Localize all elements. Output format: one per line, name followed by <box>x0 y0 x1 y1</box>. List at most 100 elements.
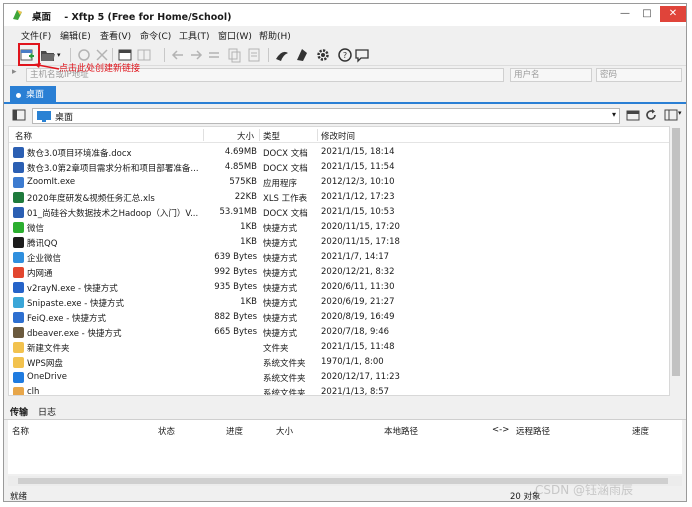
password-input[interactable]: 密码 <box>596 68 682 82</box>
gear-icon[interactable] <box>315 47 331 63</box>
v2rayn-icon <box>13 282 24 293</box>
transfer-header-remote-path[interactable]: 远程路径 <box>516 425 550 437</box>
sync-icon[interactable] <box>206 47 222 63</box>
file-row[interactable]: clh 系统文件夹 2021/1/13, 8:57 <box>9 385 669 396</box>
file-row[interactable]: v2rayN.exe - 快捷方式 935 Bytes 快捷方式 2020/6/11,… <box>9 280 669 295</box>
file-size: 53.91MB <box>219 207 258 217</box>
tab-log[interactable]: 日志 <box>38 405 56 418</box>
status-text: 就绪 <box>10 492 28 502</box>
file-row[interactable]: 腾讯QQ 1KB 快捷方式 2020/11/15, 17:18 <box>9 235 669 250</box>
back-arrow-icon[interactable] <box>170 47 186 63</box>
view-mode-chevron-icon[interactable]: ▾ <box>678 109 682 117</box>
menu-command[interactable]: 命令(C) <box>140 29 171 42</box>
scrollbar-thumb[interactable] <box>672 128 680 376</box>
svg-text:?: ? <box>343 51 347 60</box>
minimize-button[interactable]: — <box>614 6 636 22</box>
file-modified: 2020/11/15, 17:20 <box>321 222 400 232</box>
menu-window[interactable]: 窗口(W) <box>218 29 252 42</box>
forward-arrow-icon[interactable] <box>188 47 204 63</box>
chat-bubble-icon[interactable] <box>354 47 370 63</box>
desktop-icon <box>37 111 51 122</box>
file-size: 992 Bytes <box>214 267 257 277</box>
column-header-type[interactable]: 类型 <box>263 130 280 142</box>
file-modified: 2020/12/21, 8:32 <box>321 267 395 277</box>
file-name: 企业微信 <box>27 254 62 264</box>
file-name: clh <box>27 387 40 396</box>
file-name: FeiQ.exe - 快捷方式 <box>27 314 106 324</box>
path-combobox[interactable]: 桌面 ▾ <box>32 108 620 124</box>
file-row[interactable]: 2020年度研发&视频任务汇总.xls 22KB XLS 工作表 2021/1/12,… <box>9 190 669 205</box>
tab-desktop[interactable]: 桌面 <box>10 86 56 104</box>
file-row[interactable]: FeiQ.exe - 快捷方式 882 Bytes 快捷方式 2020/8/19, 1… <box>9 310 669 325</box>
close-button[interactable]: ✕ <box>660 6 686 22</box>
file-row[interactable]: 数仓3.0项目环境准备.docx 4.69MB DOCX 文档 2021/1/15, … <box>9 145 669 160</box>
tree-toggle-icon[interactable] <box>12 108 26 122</box>
xftp-logo-icon <box>13 10 22 20</box>
file-name: 2020年度研发&视频任务汇总.xls <box>27 194 155 204</box>
username-input[interactable]: 用户名 <box>510 68 592 82</box>
user-folder-icon <box>13 387 24 395</box>
maximize-button[interactable]: □ <box>636 6 658 22</box>
menu-tools[interactable]: 工具(T) <box>179 29 210 42</box>
transfer-header-direction[interactable]: <-> <box>492 425 509 435</box>
refresh-icon[interactable] <box>644 108 658 122</box>
column-header-modified[interactable]: 修改时间 <box>321 130 355 142</box>
file-type: 快捷方式 <box>263 314 298 324</box>
file-modified: 2020/6/19, 21:27 <box>321 297 395 307</box>
csdn-watermark: CSDN @钰涵雨辰 <box>535 483 634 497</box>
properties-icon[interactable] <box>246 47 262 63</box>
file-row[interactable]: 新建文件夹 文件夹 2021/1/15, 11:48 <box>9 340 669 355</box>
menu-bar: 文件(F) 编辑(E) 查看(V) 命令(C) 工具(T) 窗口(W) 帮助(H… <box>4 26 686 44</box>
file-row[interactable]: WPS网盘 系统文件夹 1970/1/1, 8:00 <box>9 355 669 370</box>
tab-transfer[interactable]: 传输 <box>10 405 28 418</box>
file-list-scrollbar[interactable] <box>670 126 682 396</box>
file-type: 快捷方式 <box>263 224 298 234</box>
file-row[interactable]: 企业微信 639 Bytes 快捷方式 2021/1/7, 14:17 <box>9 250 669 265</box>
file-row[interactable]: 01_尚硅谷大数据技术之Hadoop（入门）V... 53.91MB DOCX 文档… <box>9 205 669 220</box>
view-mode-icon[interactable] <box>664 108 678 122</box>
file-size: 1KB <box>240 297 257 307</box>
new-folder-icon[interactable] <box>626 108 640 122</box>
excel-icon <box>13 192 24 203</box>
file-row[interactable]: dbeaver.exe - 快捷方式 665 Bytes 快捷方式 2020/7/18… <box>9 325 669 340</box>
file-size: 4.69MB <box>224 147 257 157</box>
annotation-arrow-icon <box>34 63 60 70</box>
file-type: 文件夹 <box>263 344 289 354</box>
file-size: 4.85MB <box>224 162 257 172</box>
xshell-icon[interactable] <box>294 47 310 63</box>
help-icon[interactable]: ? <box>337 47 353 63</box>
menu-help[interactable]: 帮助(H) <box>259 29 291 42</box>
transfer-header-name[interactable]: 名称 <box>12 425 29 437</box>
column-divider[interactable] <box>259 129 260 141</box>
menu-file[interactable]: 文件(F) <box>21 29 51 42</box>
transfer-header-speed[interactable]: 速度 <box>632 425 649 437</box>
column-divider[interactable] <box>203 129 204 141</box>
open-folder-icon[interactable] <box>40 47 56 63</box>
file-size: 665 Bytes <box>214 327 257 337</box>
transfer-header-progress[interactable]: 进度 <box>226 425 243 437</box>
copy-icon[interactable] <box>226 47 242 63</box>
transfer-icon[interactable] <box>274 47 290 63</box>
file-type: 应用程序 <box>263 179 298 189</box>
file-row[interactable]: Snipaste.exe - 快捷方式 1KB 快捷方式 2020/6/19, 21:… <box>9 295 669 310</box>
transfer-header-status[interactable]: 状态 <box>158 425 175 437</box>
toolbar-separator <box>164 48 165 62</box>
window-title: 桌面 - Xftp 5 (Free for Home/School) <box>32 12 232 23</box>
menu-edit[interactable]: 编辑(E) <box>60 29 91 42</box>
column-header-size[interactable]: 大小 <box>237 130 254 142</box>
path-dropdown-chevron-icon[interactable]: ▾ <box>612 110 616 119</box>
session-tab-strip: 桌面 <box>4 84 686 104</box>
file-row[interactable]: OneDrive 系统文件夹 2020/12/17, 11:23 <box>9 370 669 385</box>
menu-view[interactable]: 查看(V) <box>100 29 131 42</box>
column-header-name[interactable]: 名称 <box>15 130 32 142</box>
transfer-header-size[interactable]: 大小 <box>276 425 293 437</box>
file-row[interactable]: 内网通 992 Bytes 快捷方式 2020/12/21, 8:32 <box>9 265 669 280</box>
transfer-header-local-path[interactable]: 本地路径 <box>384 425 418 437</box>
file-row[interactable]: 微信 1KB 快捷方式 2020/11/15, 17:20 <box>9 220 669 235</box>
file-row[interactable]: ZoomIt.exe 575KB 应用程序 2012/12/3, 10:10 <box>9 175 669 190</box>
file-row[interactable]: 数仓3.0第2章项目需求分析和项目部署准备... 4.85MB DOCX 文档 202… <box>9 160 669 175</box>
column-divider[interactable] <box>317 129 318 141</box>
file-modified: 2021/1/13, 8:57 <box>321 387 390 396</box>
current-path: 桌面 <box>55 113 74 123</box>
toolbar-separator <box>268 48 269 62</box>
